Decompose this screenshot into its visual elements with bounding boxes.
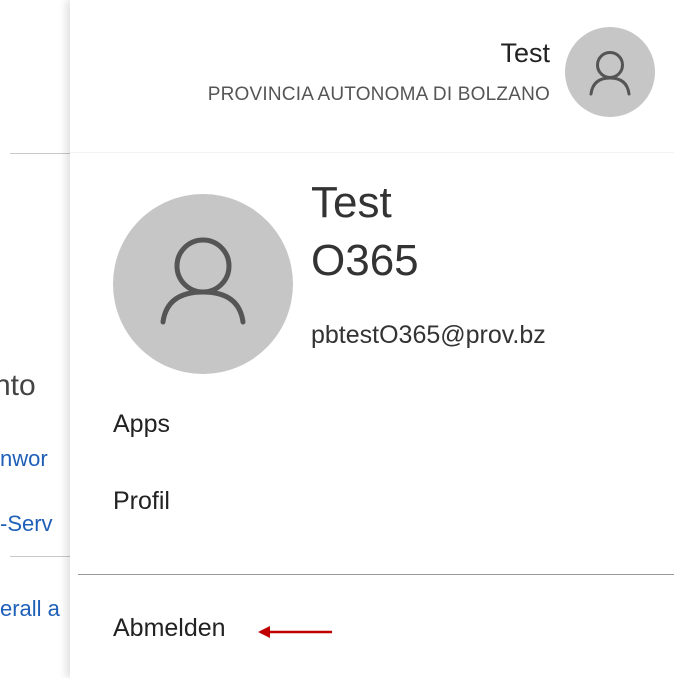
menu-item-profil[interactable]: Profil	[113, 487, 170, 516]
background-link[interactable]: erall a	[0, 596, 60, 622]
profile-last-name: O365	[311, 236, 419, 285]
menu-item-abmelden[interactable]: Abmelden	[113, 614, 226, 643]
background-link[interactable]: -Serv	[0, 511, 53, 537]
person-icon	[589, 51, 631, 96]
menu-divider	[78, 574, 674, 575]
account-organization: PROVINCIA AUTONOMA DI BOLZANO	[207, 84, 550, 105]
background-heading: nto	[0, 369, 36, 402]
account-display-name: Test	[500, 38, 550, 68]
background-page: nto nwor -Serv erall a	[0, 0, 80, 678]
background-link[interactable]: nwor	[0, 446, 48, 472]
profile-email: pbtestO365@prov.bz	[311, 321, 546, 349]
left-arrow-icon	[258, 626, 332, 638]
account-header: Test PROVINCIA AUTONOMA DI BOLZANO	[70, 0, 674, 153]
profile-avatar	[113, 194, 293, 374]
profile-first-name: Test	[311, 178, 392, 227]
menu-item-apps[interactable]: Apps	[113, 410, 170, 439]
account-flyout: Test PROVINCIA AUTONOMA DI BOLZANO Test …	[70, 0, 674, 678]
person-icon	[160, 237, 246, 325]
account-avatar-button[interactable]	[565, 27, 655, 117]
